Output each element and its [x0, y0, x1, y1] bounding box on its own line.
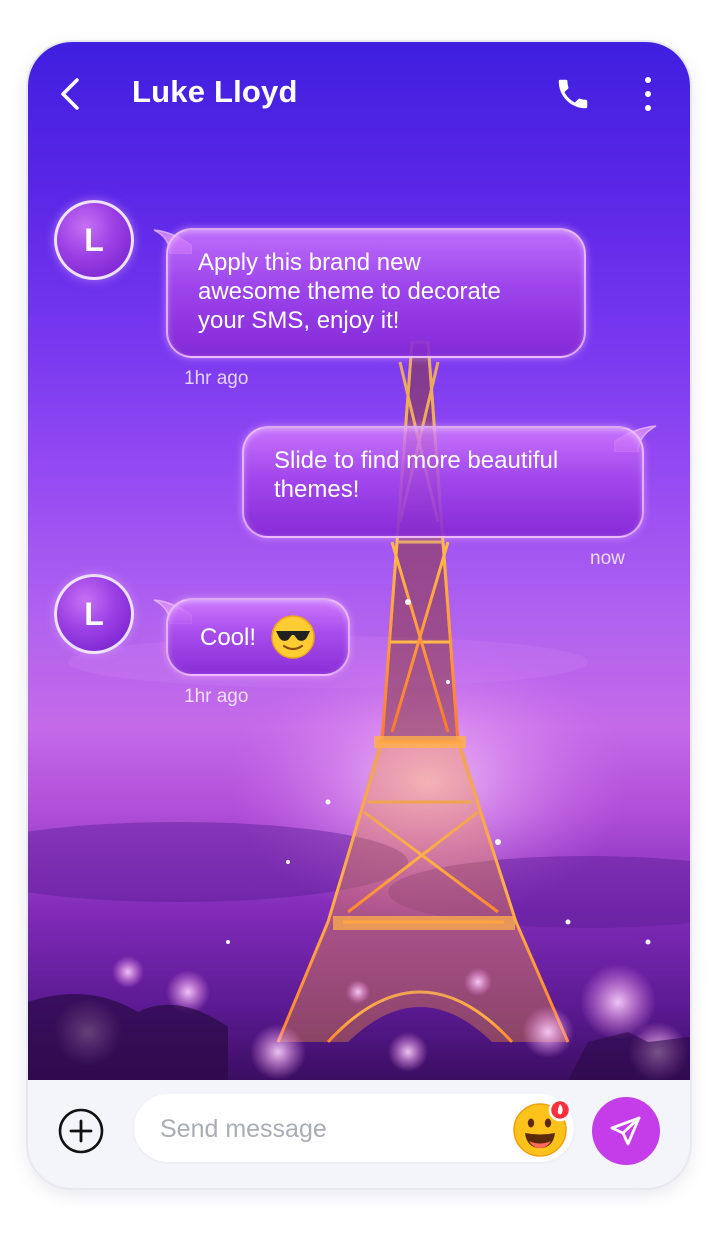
message-text-line: themes! [274, 476, 360, 503]
send-icon [610, 1116, 641, 1146]
grinning-face-emoji-icon [513, 1098, 572, 1157]
contact-name: Luke Lloyd [132, 74, 298, 109]
message-text-line: Apply this brand new [198, 249, 421, 276]
chat-header: Luke Lloyd [28, 42, 690, 146]
plus-circle-icon [58, 1108, 104, 1154]
message-text: Cool! [200, 623, 257, 651]
call-button[interactable] [554, 75, 592, 113]
phone-icon [558, 79, 588, 109]
message-timestamp: 1hr ago [184, 368, 249, 389]
message-text-line: your SMS, enjoy it! [198, 307, 400, 334]
message-bubble-incoming[interactable]: Apply this brand new awesome theme to de… [166, 228, 586, 358]
message-bubble-incoming[interactable]: Cool! [166, 598, 350, 676]
message-composer [28, 1080, 690, 1188]
sunglasses-emoji-icon [271, 615, 315, 659]
contact-avatar[interactable]: L [54, 574, 134, 654]
message-bubble-outgoing[interactable]: Slide to find more beautiful themes! [242, 426, 644, 538]
more-vertical-icon [645, 77, 651, 83]
chat-screen: Luke Lloyd L Apply this brand new awesom… [28, 42, 690, 1188]
send-button[interactable] [592, 1097, 660, 1165]
contact-avatar[interactable]: L [54, 200, 134, 280]
emoji-button[interactable] [510, 1096, 574, 1160]
back-button[interactable] [52, 76, 88, 112]
message-text-line: awesome theme to decorate [198, 278, 501, 305]
chevron-left-icon [61, 78, 79, 110]
message-timestamp: 1hr ago [184, 686, 249, 707]
more-options-button[interactable] [636, 74, 660, 114]
message-text-line: Slide to find more beautiful [274, 447, 559, 474]
message-timestamp: now [590, 548, 625, 569]
avatar-letter: L [84, 595, 104, 632]
message-field [134, 1094, 574, 1164]
message-input[interactable] [158, 1094, 492, 1164]
add-attachment-button[interactable] [56, 1106, 106, 1156]
avatar-letter: L [84, 221, 104, 258]
